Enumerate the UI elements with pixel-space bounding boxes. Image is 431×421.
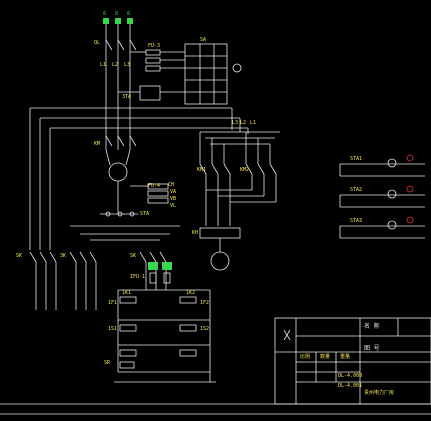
f2-label: 1F2 [200, 300, 210, 306]
s2-label: 1S2 [200, 326, 210, 332]
phase-label-b: 8 [115, 11, 119, 17]
schematic-canvas [0, 18, 431, 415]
s1-label: 1S1 [108, 326, 118, 332]
sk3-label: SK [130, 253, 137, 259]
l2-right-label: L2 [240, 120, 247, 126]
mini-panel-label-3: STA3 [350, 218, 363, 224]
sta2-label: STA [140, 211, 150, 217]
sr-label: SR [104, 360, 111, 366]
mini-panel-label-2: STA2 [350, 187, 363, 193]
phase-label-c: 8 [127, 11, 131, 17]
km2-label: KM2 [240, 167, 250, 173]
vl-label: VL [170, 203, 177, 209]
sta-label: 3TA [122, 94, 132, 100]
fu4-label: FU-4 [148, 183, 161, 189]
km-label: KM [94, 141, 101, 147]
ch-label: CH [168, 182, 175, 188]
title-weight-label: 重量 [340, 354, 351, 360]
k1-label: 1K1 [122, 290, 132, 296]
title-qty-label: 数量 [320, 354, 331, 360]
sa-label: SA [200, 37, 207, 43]
l1-label: L1 [100, 62, 107, 68]
l2-label: L2 [112, 62, 119, 68]
kh-label: KH [192, 230, 199, 236]
mini-panel-label-1: STA1 [350, 156, 363, 162]
ql-switch-label: QL [94, 40, 101, 46]
ifu-label: IFU-1 [130, 274, 146, 280]
title-company-label: 贵州电力厂房 [364, 390, 395, 396]
vb-label: VB [170, 196, 177, 202]
sk2-label: 3K [60, 253, 67, 259]
l3-right-label: L3 [232, 120, 239, 126]
f1-label: 1F1 [108, 300, 118, 306]
title-code-2: DL-4.001 [338, 383, 363, 389]
k2-label: 1K2 [186, 290, 196, 296]
title-name-label: 名 称 [364, 323, 380, 330]
title-code-1: DL-4.000 [338, 373, 363, 379]
phase-label-a: 8 [103, 11, 107, 17]
va-label: VA [170, 189, 177, 195]
title-scale-label: 比例 [300, 354, 311, 360]
l1-right-label: L1 [250, 120, 257, 126]
title-drawing-label: 图 号 [364, 345, 380, 352]
km1-label: KM1 [197, 167, 207, 173]
fu3-label: FU-3 [148, 43, 161, 49]
sk1-label: SK [16, 253, 23, 259]
l3-label: L3 [124, 62, 131, 68]
